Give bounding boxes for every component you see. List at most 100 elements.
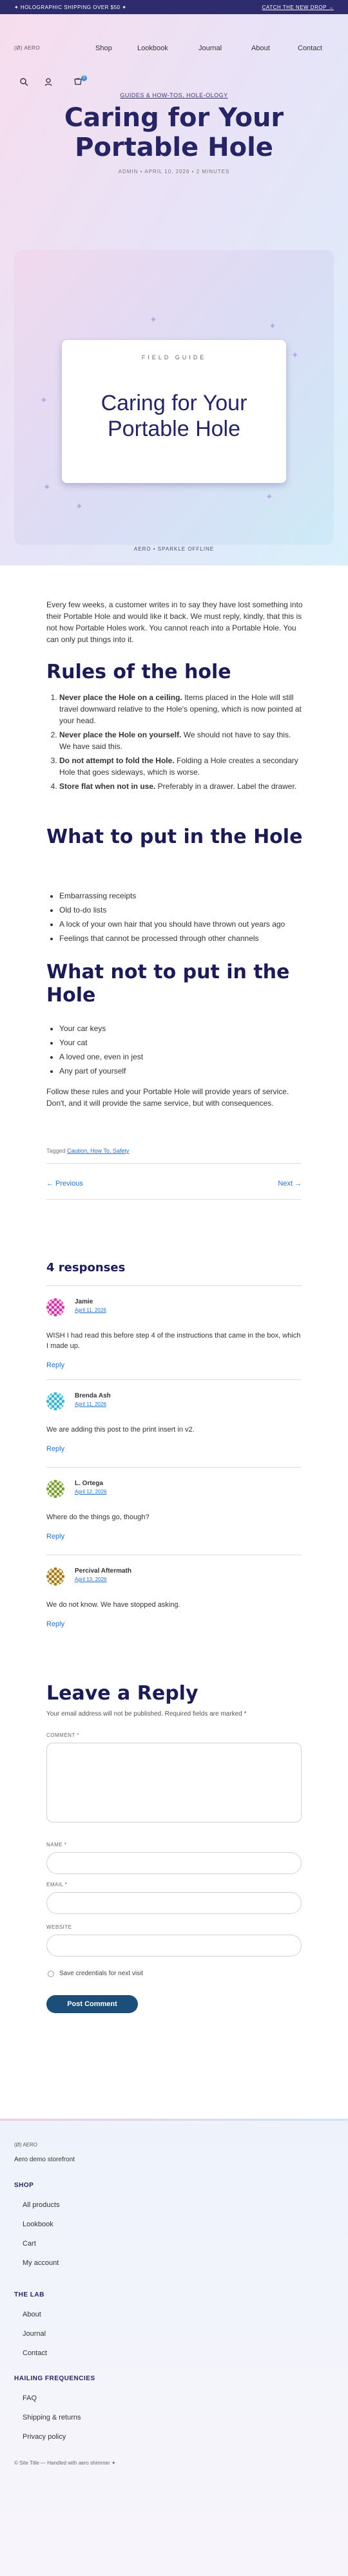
footer-link[interactable]: Privacy policy	[23, 2433, 66, 2441]
comment-author: Percival Aftermath	[75, 1567, 131, 1575]
comment-text: Where do the things go, though?	[46, 1513, 150, 1521]
comment-text: We do not know. We have stopped asking.	[46, 1601, 180, 1609]
comment-textarea[interactable]	[46, 1743, 302, 1823]
footer-shop-heading: SHOP	[14, 2182, 34, 2189]
divider	[46, 1199, 302, 1200]
comment-label: COMMENT *	[46, 1732, 80, 1738]
list-item: Any part of yourself	[59, 1065, 304, 1077]
previous-post-link[interactable]: ← Previous	[46, 1180, 83, 1188]
list-item: Your car keys	[59, 1023, 304, 1034]
reply-link[interactable]: Reply	[46, 1533, 64, 1540]
name-input[interactable]	[46, 1852, 302, 1874]
next-post-link[interactable]: Next →	[271, 1180, 302, 1188]
category-links[interactable]: GUIDES & HOW-TOS, HOLE-OLOGY	[120, 92, 227, 99]
comment-author: Brenda Ash	[75, 1392, 111, 1399]
list-item: Never place the Hole on a ceiling. Items…	[59, 692, 304, 726]
site-logo[interactable]: (Ø) AERO	[14, 45, 40, 51]
reply-heading: Leave a Reply	[46, 1682, 198, 1705]
sparkle-icon: ✦	[43, 482, 51, 492]
site-footer: (Ø) AERO Aero demo storefront SHOP All p…	[0, 2119, 348, 2576]
banner-text: ✦ HOLOGRAPHIC SHIPPING OVER $50 ✦	[14, 5, 127, 10]
list-item: Feelings that cannot be processed throug…	[59, 933, 304, 944]
avatar	[46, 1392, 64, 1410]
tag-links[interactable]: Caution, How To, Safety	[67, 1148, 129, 1154]
nav-journal[interactable]: Journal	[198, 44, 222, 52]
nav-about[interactable]: About	[251, 44, 270, 52]
post-tags: Tagged Caution, How To, Safety	[46, 1145, 304, 1157]
website-label: WEBSITE	[46, 1924, 72, 1930]
list-item: Never place the Hole on yourself. We sho…	[59, 729, 304, 752]
account-icon[interactable]	[43, 77, 54, 89]
sparkle-icon: ✦	[266, 491, 273, 502]
email-input[interactable]	[46, 1892, 302, 1914]
footer-link[interactable]: Journal	[23, 2330, 46, 2338]
name-label: NAME *	[46, 1842, 67, 1848]
nav-contact[interactable]: Contact	[298, 44, 322, 52]
avatar	[46, 1567, 64, 1586]
heading-rules: Rules of the hole	[46, 661, 231, 683]
comment-date[interactable]: April 11, 2026	[75, 1401, 106, 1407]
featured-image-panel: FIELD GUIDE Caring for Your Portable Hol…	[62, 340, 286, 483]
list-item: Your cat	[59, 1037, 304, 1048]
tags-label: Tagged	[46, 1148, 66, 1154]
divider	[46, 1285, 302, 1286]
nav-shop[interactable]: Shop	[95, 44, 112, 52]
heading-put: What to put in the Hole	[46, 826, 303, 848]
post-categories: GUIDES & HOW-TOS, HOLE-OLOGY	[0, 92, 348, 99]
image-caption: AERO • SPARKLE OFFLINE	[133, 546, 215, 552]
comment: Jamie April 11, 2026 WISH I had read thi…	[46, 1298, 302, 1369]
promo-banner: ✦ HOLOGRAPHIC SHIPPING OVER $50 ✦ CATCH …	[0, 0, 348, 14]
comment-text: We are adding this post to the print ins…	[46, 1426, 195, 1434]
search-icon[interactable]	[18, 77, 30, 89]
comment-date[interactable]: April 13, 2026	[75, 1577, 106, 1582]
intro-paragraph: Every few weeks, a customer writes in to…	[46, 600, 303, 644]
reply-link[interactable]: Reply	[46, 1445, 64, 1453]
nav-lookbook[interactable]: Lookbook	[137, 44, 168, 52]
sparkle-icon: ✦	[291, 350, 299, 360]
list-item: Store flat when not in use. Preferably i…	[59, 781, 304, 792]
comment-author: Jamie	[75, 1298, 93, 1305]
save-credentials-checkbox[interactable]	[48, 1971, 54, 1977]
sparkle-icon: ✦	[150, 314, 157, 325]
sparkle-icon: ✦	[269, 321, 276, 331]
footer-link[interactable]: Cart	[23, 2240, 36, 2248]
footer-link[interactable]: All products	[23, 2201, 59, 2209]
footer-link[interactable]: Shipping & returns	[23, 2414, 81, 2421]
footer-lab-heading: THE LAB	[14, 2291, 44, 2298]
website-input[interactable]	[46, 1935, 302, 1956]
footer-link[interactable]: FAQ	[23, 2394, 37, 2402]
save-credentials-label: Save credentials for next visit	[59, 1970, 144, 1977]
divider	[46, 1467, 302, 1468]
sparkle-icon: ✦	[40, 395, 48, 405]
cart-count-badge: 0	[81, 75, 87, 81]
footer-logo[interactable]: (Ø) AERO	[14, 2142, 37, 2148]
footer-link[interactable]: Contact	[23, 2349, 47, 2357]
image-title: Caring for Your Portable Hole	[101, 391, 247, 441]
banner-link[interactable]: CATCH THE NEW DROP →	[262, 5, 334, 10]
list-item: Old to-do lists	[59, 904, 304, 916]
list-item: A lock of your own hair that you should …	[59, 918, 304, 930]
comment-date[interactable]: April 11, 2026	[75, 1307, 106, 1313]
footer-link[interactable]: Lookbook	[23, 2221, 53, 2228]
footer-link[interactable]: My account	[23, 2259, 59, 2267]
footer-rule	[0, 2119, 348, 2121]
rules-list: Never place the Hole on a ceiling. Items…	[59, 692, 304, 795]
comment-date[interactable]: April 12, 2026	[75, 1489, 106, 1495]
comment-author: L. Ortega	[75, 1480, 103, 1487]
divider	[46, 1379, 302, 1380]
post-comment-button[interactable]: Post Comment	[46, 1995, 138, 2013]
post-meta: ADMIN • APRIL 10, 2026 • 2 MINUTES	[118, 169, 230, 175]
responses-heading: 4 responses	[46, 1261, 126, 1274]
footer-hailing-heading: HAILING FREQUENCIES	[14, 2375, 95, 2382]
post-title: Caring for Your Portable Hole	[64, 103, 284, 162]
reply-link[interactable]: Reply	[46, 1620, 64, 1628]
email-label: EMAIL *	[46, 1882, 68, 1888]
comment-text: WISH I had read this before step 4 of th…	[46, 1332, 301, 1350]
put-list: Embarrassing receipts Old to-do lists A …	[59, 890, 304, 947]
sparkle-icon: ✦	[75, 501, 83, 511]
footer-link[interactable]: About	[23, 2311, 41, 2318]
comment: Brenda Ash April 11, 2026 We are adding …	[46, 1392, 302, 1453]
reply-link[interactable]: Reply	[46, 1361, 64, 1369]
heading-not: What not to put in the Hole	[46, 961, 290, 1007]
comment: L. Ortega April 12, 2026 Where do the th…	[46, 1480, 302, 1540]
